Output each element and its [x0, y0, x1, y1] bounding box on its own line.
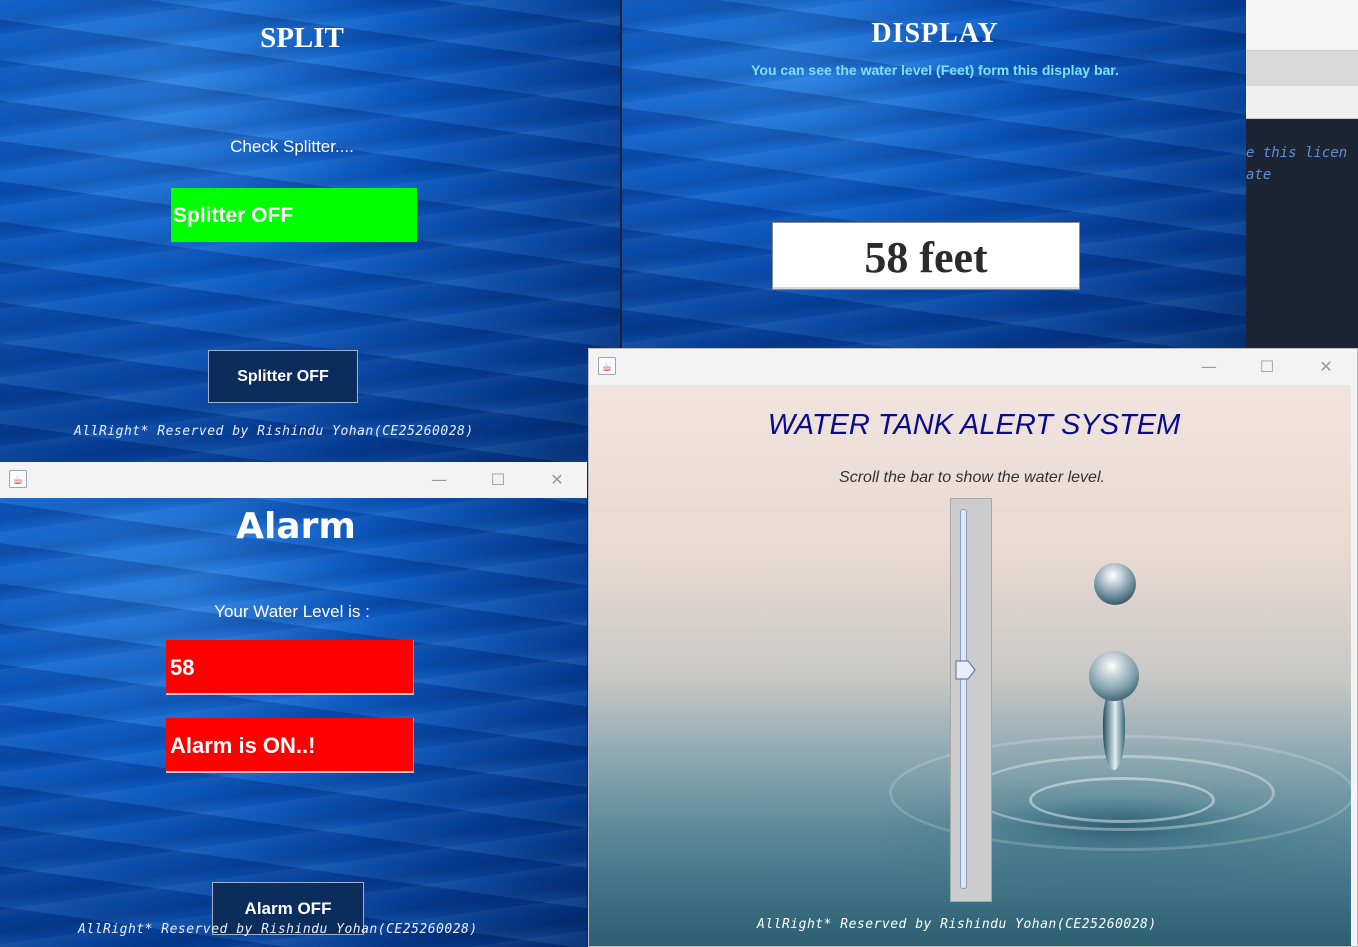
alarm-status-field: Alarm is ON..! [166, 718, 414, 773]
alarm-window: ☕ — ☐ ✕ Alarm Your Water Level is : 58 A… [0, 462, 587, 947]
main-subtitle: Scroll the bar to show the water level. [839, 469, 1105, 486]
maximize-button[interactable]: ☐ [1244, 349, 1290, 385]
splitter-status-field: Splitter OFF [171, 188, 417, 242]
java-app-icon: ☕ [598, 357, 616, 375]
java-app-icon: ☕ [9, 470, 27, 488]
slider-thumb-icon[interactable] [955, 660, 977, 680]
check-splitter-label: Check Splitter.... [230, 137, 354, 156]
ide-toolbar [1246, 0, 1358, 50]
main-footer: AllRight* Reserved by Rishindu Yohan(CE2… [757, 917, 1157, 932]
water-level-field: 58 [166, 640, 414, 695]
split-footer: AllRight* Reserved by Rishindu Yohan(CE2… [74, 424, 474, 439]
main-window: ☕ — ☐ ✕ WATER TANK ALERT SYSTEM Scroll t… [588, 348, 1358, 947]
close-button[interactable]: ✕ [534, 462, 580, 498]
display-title: DISPLAY [871, 18, 999, 49]
main-content: WATER TANK ALERT SYSTEM Scroll the bar t… [589, 385, 1355, 946]
split-title: SPLIT [260, 22, 344, 54]
water-level-slider[interactable] [950, 498, 992, 902]
water-splash-column [1103, 690, 1125, 770]
main-titlebar: ☕ — ☐ ✕ [589, 349, 1357, 385]
water-droplet [1089, 651, 1139, 701]
ide-code-line: ate [1246, 167, 1272, 183]
ide-tab-strip [1246, 50, 1358, 87]
ripple-ring [1029, 777, 1215, 823]
water-level-display: 58 feet [772, 222, 1080, 290]
water-droplet [1094, 563, 1136, 605]
close-button[interactable]: ✕ [1303, 349, 1349, 385]
background-ide-window: e this licen ate [1246, 0, 1358, 348]
alarm-content: Alarm Your Water Level is : 58 Alarm is … [0, 498, 587, 947]
water-level-label: Your Water Level is : [214, 602, 370, 621]
alarm-titlebar: ☕ — ☐ ✕ [0, 462, 587, 498]
main-title: WATER TANK ALERT SYSTEM [767, 409, 1181, 441]
maximize-button[interactable]: ☐ [475, 462, 521, 498]
alarm-title: Alarm [236, 506, 356, 547]
ide-code-line: e this licen [1246, 145, 1348, 161]
alarm-footer: AllRight* Reserved by Rishindu Yohan(CE2… [78, 922, 478, 937]
minimize-button[interactable]: — [1186, 349, 1232, 385]
display-subtitle: You can see the water level (Feet) form … [751, 62, 1119, 78]
splitter-off-button[interactable]: Splitter OFF [208, 350, 358, 403]
slider-track[interactable] [960, 509, 967, 889]
ide-breadcrumb-bar [1246, 86, 1358, 119]
water-level-value: 58 feet [864, 233, 988, 282]
split-window: SPLIT Check Splitter.... Splitter OFF Sp… [0, 0, 620, 464]
minimize-button[interactable]: — [416, 462, 462, 498]
display-window: DISPLAY You can see the water level (Fee… [622, 0, 1246, 350]
